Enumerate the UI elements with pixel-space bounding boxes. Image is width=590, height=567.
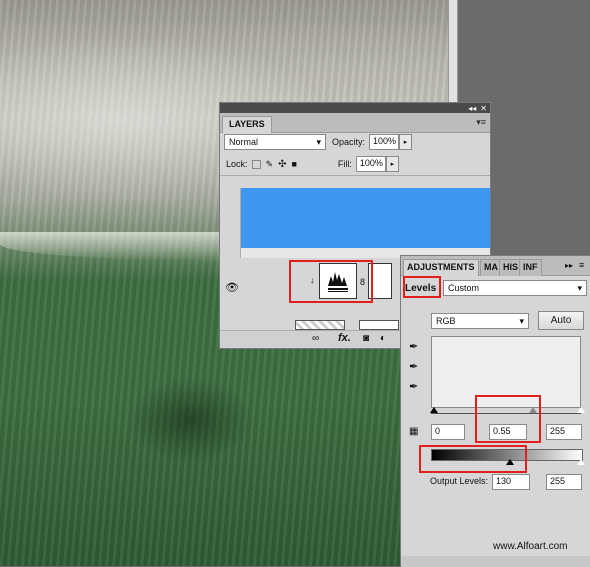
preset-value: Custom	[448, 283, 480, 293]
auto-button[interactable]: Auto	[538, 311, 584, 330]
fill-label: Fill:	[337, 159, 352, 169]
chevron-down-icon: ▾	[519, 315, 524, 326]
opacity-arrow-button[interactable]: ▸	[399, 134, 413, 150]
expand-icon[interactable]: ▸▸	[565, 261, 573, 270]
chevron-down-icon: ▾	[316, 136, 321, 147]
lock-row: Lock: ✎ ✣ ■ Fill: 100% ▸	[226, 156, 399, 172]
layer-thumbnail[interactable]	[295, 320, 345, 330]
preset-select[interactable]: Custom ▾	[443, 280, 587, 296]
tab-adjustments[interactable]: ADJUSTMENTS	[403, 259, 479, 276]
lock-label: Lock:	[226, 159, 248, 169]
input-white-slider[interactable]	[577, 407, 585, 413]
fx-icon[interactable]: fx.	[338, 332, 351, 344]
add-mask-icon[interactable]: ◙	[363, 333, 369, 344]
link-layers-icon[interactable]: ∞	[312, 333, 319, 344]
clip-warning-icon[interactable]: ▦	[409, 426, 418, 437]
collapse-icon[interactable]: ◂◂	[468, 104, 476, 113]
gray-eyedropper-icon[interactable]: ✒	[409, 360, 418, 373]
tab-info[interactable]: INF	[519, 259, 542, 276]
opacity-label: Opacity:	[332, 137, 366, 147]
blend-row: Normal ▾ Opacity: 100% ▸	[224, 134, 413, 150]
white-eyedropper-icon[interactable]: ✒	[409, 380, 418, 393]
fill-arrow-button[interactable]: ▸	[385, 156, 399, 172]
highlight-box-levels	[403, 276, 441, 298]
tab-layers[interactable]: LAYERS	[222, 116, 272, 133]
adjustments-panel: ADJUSTMENTS MA HIS INF ▸▸ ≡ Levels Custo…	[400, 255, 590, 567]
mask-thumbnail[interactable]	[359, 320, 399, 330]
adjustments-tab-row: ADJUSTMENTS MA HIS INF ▸▸ ≡	[401, 256, 590, 276]
opacity-field[interactable]: 100%	[369, 134, 400, 150]
highlight-box-output	[419, 445, 527, 473]
output-white-field[interactable]: 255	[546, 474, 582, 490]
lock-transparent-icon[interactable]	[251, 159, 261, 169]
output-black-field[interactable]: 130	[492, 474, 530, 490]
output-white-slider[interactable]	[577, 459, 585, 465]
adjustments-bottom-bar	[401, 556, 590, 567]
black-eyedropper-icon[interactable]: ✒	[409, 340, 418, 353]
input-white-field[interactable]: 255	[546, 424, 582, 440]
levels-adjustment-layer-row[interactable]	[241, 188, 490, 248]
input-gamma-field[interactable]: 0.55	[489, 424, 527, 440]
blend-mode-select[interactable]: Normal ▾	[224, 134, 326, 150]
output-levels-label: Output Levels:	[430, 476, 489, 486]
panel-menu-icon[interactable]: ≡	[579, 260, 584, 270]
channel-value: RGB	[436, 316, 456, 326]
visibility-column	[220, 188, 241, 258]
lock-brush-icon[interactable]: ✎	[266, 159, 274, 170]
new-adjustment-icon[interactable]: ◐	[380, 333, 386, 344]
highlight-box-thumbnail	[289, 260, 373, 303]
blend-mode-value: Normal	[229, 137, 259, 147]
lock-move-icon[interactable]: ✣	[278, 159, 286, 170]
input-black-field[interactable]: 0	[431, 424, 465, 440]
close-icon[interactable]: ✕	[480, 104, 487, 113]
eye-icon[interactable]: 👁	[225, 281, 239, 294]
fill-field[interactable]: 100%	[355, 156, 386, 172]
chevron-down-icon: ▾	[577, 282, 582, 293]
input-black-slider[interactable]	[430, 407, 438, 413]
panel-menu-icon[interactable]: ▾≡	[476, 117, 486, 128]
layers-tab-row: LAYERS ▾≡	[220, 113, 490, 133]
watermark: www.Alfoart.com	[493, 541, 568, 552]
lock-all-icon[interactable]: ■	[291, 159, 296, 169]
channel-select[interactable]: RGB ▾	[431, 313, 529, 329]
panel-titlebar[interactable]: ◂◂ ✕	[220, 103, 490, 113]
